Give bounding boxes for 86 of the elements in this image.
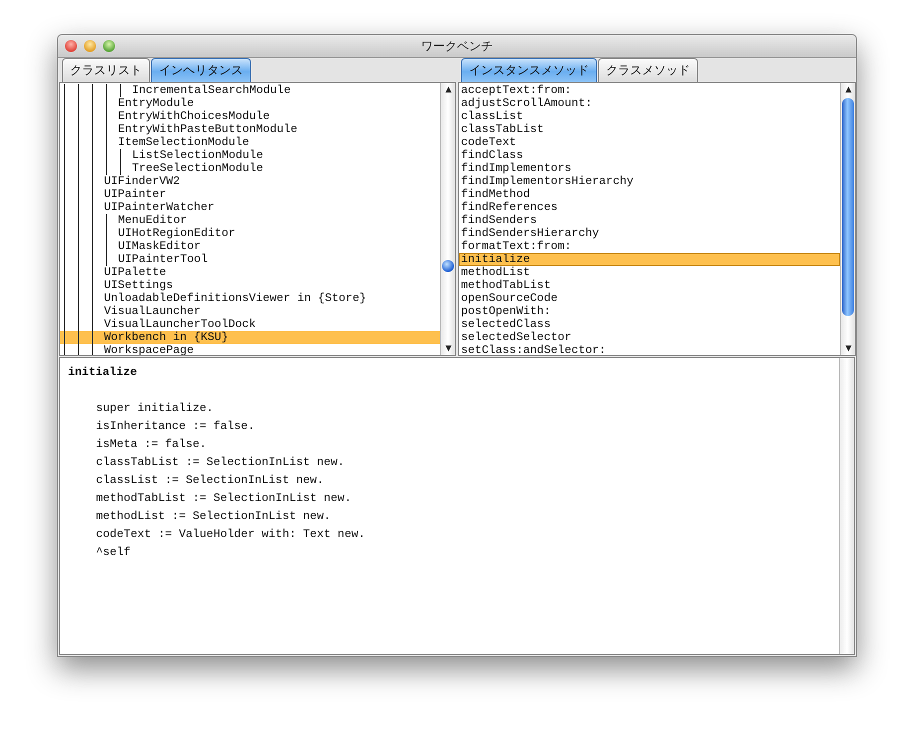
method-item[interactable]: findMethod (459, 188, 840, 201)
tree-row[interactable]: ItemSelectionModule (60, 136, 440, 149)
code-line: ^self (95, 545, 131, 561)
tree-row[interactable]: ListSelectionModule (60, 149, 440, 162)
class-name: UISettings (103, 279, 174, 292)
code-line: methodTabList := SelectionInList new. (95, 491, 352, 507)
code-editor[interactable] (59, 357, 855, 655)
method-item[interactable]: adjustScrollAmount: (459, 97, 840, 110)
scroll-down-icon[interactable] (844, 345, 852, 352)
tree-row[interactable]: UIPainterTool (60, 253, 440, 266)
tree-row[interactable]: EntryModule (60, 97, 440, 110)
tree-row[interactable]: UIMaskEditor (60, 240, 440, 253)
code-line: classTabList := SelectionInList new. (95, 455, 344, 471)
tab[interactable]: クラスメソッド (598, 58, 698, 82)
tree-row[interactable]: UIPainter (60, 188, 440, 201)
class-name: EntryWithChoicesModule (117, 110, 270, 123)
method-item[interactable]: findReferences (459, 201, 840, 214)
tree-row[interactable]: VisualLauncher (60, 305, 440, 318)
method-header: initialize (68, 365, 138, 381)
code-line: isMeta := false. (95, 437, 206, 453)
scrollbar[interactable] (440, 83, 455, 355)
tree-row[interactable]: UISettings (60, 279, 440, 292)
code-line: super initialize. (95, 401, 214, 417)
tree-row[interactable]: Workbench in {KSU} (60, 331, 440, 344)
method-item[interactable]: formatText:from: (459, 240, 840, 253)
class-name: VisualLauncher (103, 305, 201, 318)
scrollbar[interactable] (840, 83, 855, 355)
tab[interactable]: インヘリタンス (151, 58, 251, 82)
class-name: UIPalette (103, 266, 166, 279)
class-name: VisualLauncherToolDock (103, 318, 256, 331)
class-name: MenuEditor (117, 214, 188, 227)
tree-row[interactable]: EntryWithPasteButtonModule (60, 123, 440, 136)
method-item[interactable]: findSenders (459, 214, 840, 227)
method-item[interactable]: methodList (459, 266, 840, 279)
class-name: Workbench in {KSU} (103, 331, 228, 344)
code-line: codeText := ValueHolder with: Text new. (95, 527, 366, 543)
class-name: UIPainter (103, 188, 166, 201)
method-item[interactable]: selectedSelector (459, 331, 840, 344)
tree-row[interactable]: MenuEditor (60, 214, 440, 227)
class-name: EntryWithPasteButtonModule (117, 123, 298, 136)
method-item[interactable]: codeText (459, 136, 840, 149)
method-item[interactable]: findImplementorsHierarchy (459, 175, 840, 188)
scroll-thumb[interactable] (842, 98, 854, 316)
tree-row[interactable]: UIFinderVW2 (60, 175, 440, 188)
method-item[interactable]: findImplementors (459, 162, 840, 175)
method-item[interactable]: setClass:andSelector: (459, 344, 840, 355)
scroll-up-icon[interactable] (444, 86, 452, 93)
class-name: UIHotRegionEditor (117, 227, 236, 240)
tree-row[interactable]: EntryWithChoicesModule (60, 110, 440, 123)
tree-row[interactable]: UnloadableDefinitionsViewer in {Store} (60, 292, 440, 305)
class-name: TreeSelectionModule (131, 162, 264, 175)
class-name: IncrementalSearchModule (131, 84, 291, 97)
tab[interactable]: クラスリスト (62, 58, 150, 82)
method-item[interactable]: findClass (459, 149, 840, 162)
tree-row[interactable]: VisualLauncherToolDock (60, 318, 440, 331)
tree-row[interactable]: TreeSelectionModule (60, 162, 440, 175)
class-name: ListSelectionModule (131, 149, 264, 162)
method-item[interactable]: methodTabList (459, 279, 840, 292)
method-item[interactable]: classList (459, 110, 840, 123)
scroll-down-icon[interactable] (444, 345, 452, 352)
method-item[interactable]: acceptText:from: (459, 84, 840, 97)
method-item[interactable]: classTabList (459, 123, 840, 136)
window-title: ワークベンチ (421, 38, 493, 54)
close-icon[interactable] (65, 40, 77, 52)
code-line: classList := SelectionInList new. (95, 473, 324, 489)
code-line: methodList := SelectionInList new. (95, 509, 331, 525)
class-name: UIFinderVW2 (103, 175, 180, 188)
method-item[interactable]: openSourceCode (459, 292, 840, 305)
tree-row[interactable]: UIPainterWatcher (60, 201, 440, 214)
class-name: ItemSelectionModule (117, 136, 250, 149)
scroll-thumb[interactable] (442, 260, 454, 272)
scroll-up-icon[interactable] (844, 86, 852, 93)
method-item[interactable]: postOpenWith: (459, 305, 840, 318)
tree-row[interactable]: UIHotRegionEditor (60, 227, 440, 240)
class-name: UIPainterTool (117, 253, 208, 266)
code-line: isInheritance := false. (95, 419, 255, 435)
tree-row[interactable]: UIPalette (60, 266, 440, 279)
tree-row[interactable]: IncrementalSearchModule (60, 84, 440, 97)
class-name: UnloadableDefinitionsViewer in {Store} (103, 292, 366, 305)
class-name: UIMaskEditor (117, 240, 201, 253)
method-item[interactable]: selectedClass (459, 318, 840, 331)
method-item[interactable]: initialize (459, 253, 840, 266)
tab[interactable]: インスタンスメソッド (461, 58, 597, 82)
class-name: UIPainterWatcher (103, 201, 214, 214)
method-item[interactable]: findSendersHierarchy (459, 227, 840, 240)
class-name: EntryModule (117, 97, 194, 110)
